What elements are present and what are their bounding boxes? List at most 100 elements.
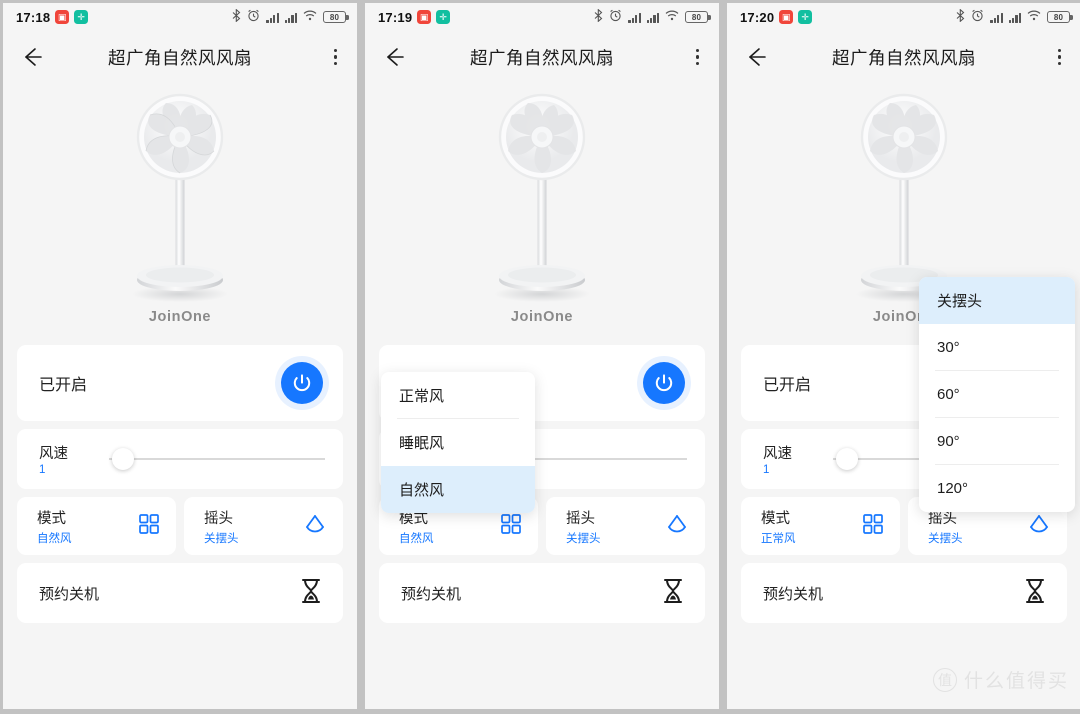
speed-text: 风速 1 [39,442,79,476]
swing-text: 摇头 关摆头 [204,507,239,546]
slider-knob[interactable] [835,448,858,470]
power-card: 已开启 [17,345,343,421]
mode-value: 自然风 [37,532,72,545]
status-time: 17:20 [740,9,775,25]
more-vertical-icon[interactable] [330,45,341,69]
mode-value: 正常风 [761,532,796,545]
signal-bars-icon [646,12,659,23]
oscillate-icon[interactable] [303,512,327,541]
alarm-clock-icon [971,9,984,25]
swing-text: 摇头 关摆头 [566,507,601,546]
app-bar: 超广角自然风风扇 [3,31,357,83]
back-arrow-icon[interactable] [743,44,769,70]
back-arrow-icon[interactable] [19,44,45,70]
phone-screen-3: 17:20 ▣ ✛ 80 超广角自然风风扇 JoinOne 已开启 风速 1 模… [727,3,1080,709]
device-hero: JoinOne [365,83,719,345]
swing-option-off[interactable]: 关摆头 [919,277,1075,324]
pedestal-fan-image [824,89,984,307]
swing-option-120[interactable]: 120° [919,465,1075,512]
hourglass-icon[interactable] [299,578,323,609]
battery-level: 80 [691,12,702,22]
speed-text: 风速 1 [763,442,803,476]
grid-four-icon[interactable] [862,513,884,540]
swing-value: 关摆头 [566,532,601,545]
swing-card[interactable]: 摇头 关摆头 [546,497,705,555]
mode-option-natural[interactable]: 自然风 [381,466,535,513]
status-bar-left: 17:19 ▣ ✛ [378,9,451,25]
mode-option-normal[interactable]: 正常风 [381,372,535,419]
green-app-icon: ✛ [436,10,451,24]
watermark-logo-icon: 值 [932,667,957,692]
back-arrow-icon[interactable] [381,44,407,70]
watermark: 值 什么值得买 [932,666,1069,693]
watermark-text: 什么值得买 [963,671,1069,692]
status-bar: 17:20 ▣ ✛ 80 [727,3,1080,31]
swing-text: 摇头 关摆头 [928,507,963,546]
red-app-icon: ▣ [417,10,432,24]
wifi-icon [303,10,317,24]
status-bar-left: 17:18 ▣ ✛ [16,9,89,25]
red-app-icon: ▣ [779,10,794,24]
green-app-icon: ✛ [74,10,89,24]
wifi-icon [1027,10,1041,24]
page-title: 超广角自然风风扇 [470,47,614,68]
slider-knob[interactable] [111,448,134,470]
swing-card[interactable]: 摇头 关摆头 [184,497,343,555]
status-time: 17:19 [378,9,413,25]
grid-four-icon[interactable] [500,513,522,540]
speed-value: 1 [763,464,770,476]
power-icon[interactable] [281,362,323,404]
power-icon[interactable] [643,362,685,404]
more-vertical-icon[interactable] [692,45,703,69]
mode-card[interactable]: 模式 自然风 [17,497,176,555]
phone-screen-2: 17:19 ▣ ✛ 80 超广角自然风风扇 JoinOne 模式 自然风 摇头 … [365,3,719,709]
mode-option-sleep[interactable]: 睡眠风 [381,419,535,466]
slider-track [109,458,325,460]
bluetooth-icon [594,8,603,25]
battery-level: 80 [329,12,340,22]
mode-dropdown[interactable]: 正常风 睡眠风 自然风 [381,372,535,513]
status-bar-right: 80 [956,8,1073,25]
oscillate-icon[interactable] [665,512,689,541]
speed-card: 风速 1 [17,429,343,489]
speed-title: 风速 [763,446,792,462]
battery-icon: 80 [1047,11,1073,23]
swing-option-90[interactable]: 90° [919,418,1075,465]
signal-bars-icon [628,12,641,23]
screenshot-triptych: 17:18 ▣ ✛ 80 超广角自然风风扇 JoinOne 已开启 风速 1 模… [0,0,1080,714]
timer-card[interactable]: 预约关机 [17,563,343,623]
swing-option-30[interactable]: 30° [919,324,1075,371]
mode-text: 模式 自然风 [37,507,72,546]
oscillate-icon[interactable] [1027,512,1051,541]
swing-option-60[interactable]: 60° [919,371,1075,418]
mode-title: 模式 [761,510,790,527]
hourglass-icon[interactable] [661,578,685,609]
grid-four-icon[interactable] [138,513,160,540]
status-bar-right: 80 [232,8,349,25]
speed-slider[interactable] [93,448,325,470]
phone-screen-1: 17:18 ▣ ✛ 80 超广角自然风风扇 JoinOne 已开启 风速 1 模… [3,3,357,709]
timer-card[interactable]: 预约关机 [741,563,1067,623]
signal-bars-icon [1008,12,1021,23]
app-bar: 超广角自然风风扇 [365,31,719,83]
device-hero: JoinOne [3,83,357,345]
timer-label: 预约关机 [401,585,462,603]
speed-value: 1 [39,464,46,476]
timer-card[interactable]: 预约关机 [379,563,705,623]
more-vertical-icon[interactable] [1054,45,1065,69]
device-brand: JoinOne [510,309,574,325]
hourglass-icon[interactable] [1023,578,1047,609]
signal-bars-icon [284,12,297,23]
mode-card[interactable]: 模式 正常风 [741,497,900,555]
status-bar-right: 80 [594,8,711,25]
power-status-label: 已开启 [39,377,88,394]
status-time: 17:18 [16,9,51,25]
signal-bars-icon [266,12,279,23]
timer-label: 预约关机 [763,585,824,603]
mode-text: 模式 正常风 [761,507,796,546]
page-title: 超广角自然风风扇 [832,47,976,68]
alarm-clock-icon [247,9,260,25]
mode-swing-row: 模式 自然风 摇头 关摆头 [17,497,343,555]
swing-dropdown[interactable]: 关摆头 30° 60° 90° 120° [919,277,1075,512]
status-bar: 17:19 ▣ ✛ 80 [365,3,719,31]
